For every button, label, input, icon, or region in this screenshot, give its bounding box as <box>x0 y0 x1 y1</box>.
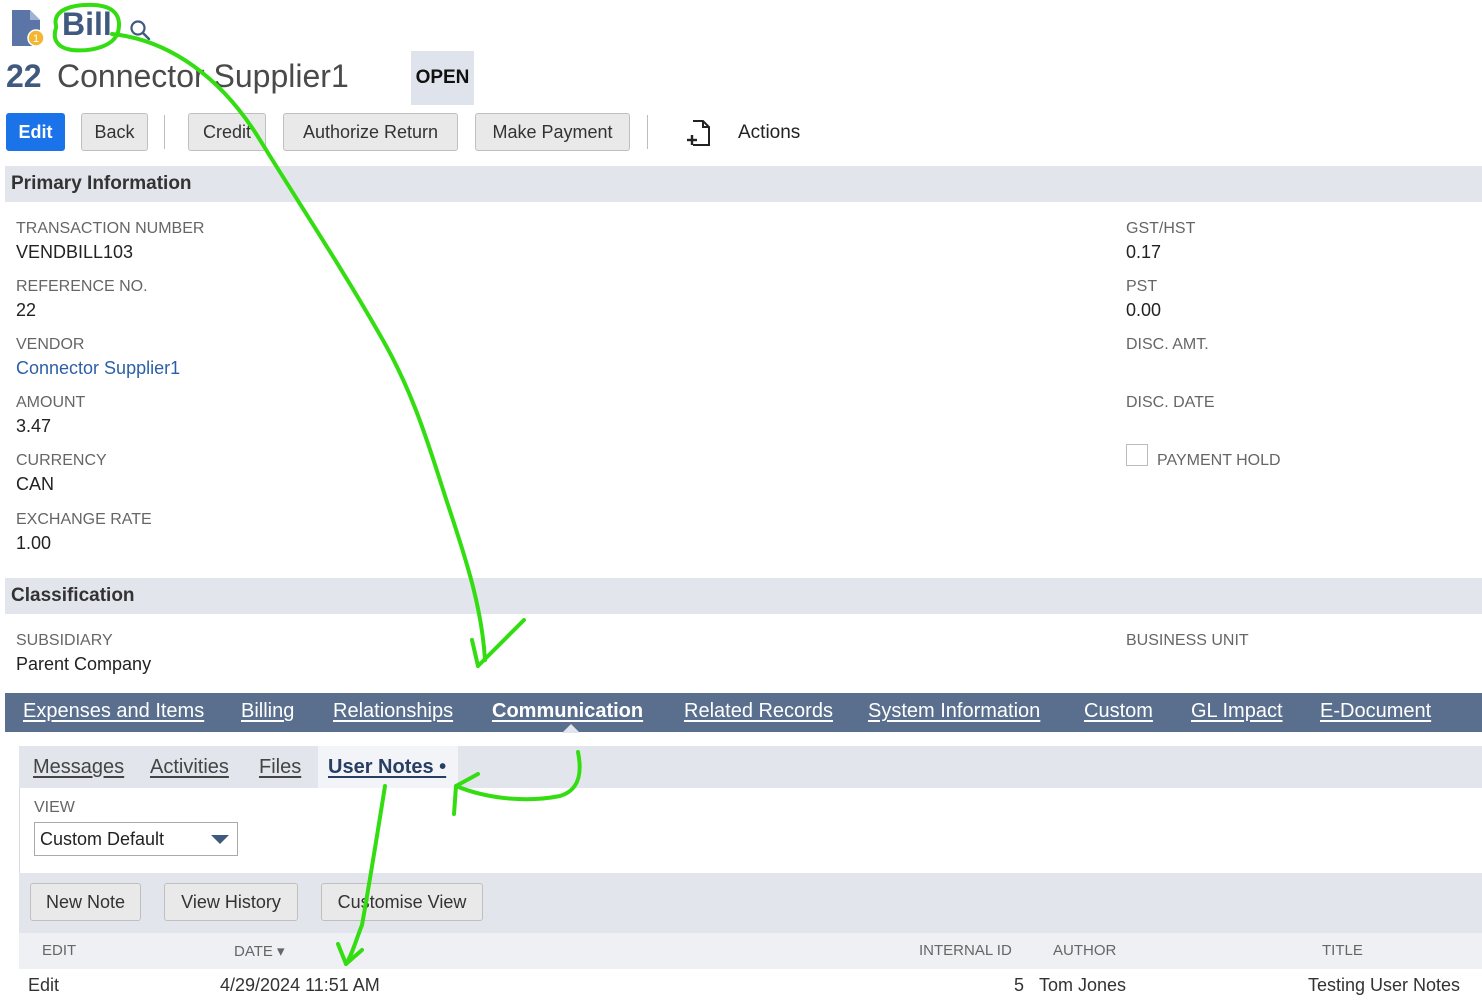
record-name: Connector Supplier1 <box>57 58 349 94</box>
tab-gl-impact[interactable]: GL Impact <box>1191 700 1283 723</box>
subtab-activities[interactable]: Activities <box>150 756 229 779</box>
column-author[interactable]: AUTHOR <box>1053 942 1116 959</box>
tab-system-information[interactable]: System Information <box>868 700 1040 723</box>
subsidiary-label: SUBSIDIARY <box>16 632 113 649</box>
view-history-button[interactable]: View History <box>164 883 298 921</box>
disc-amt-label: DISC. AMT. <box>1126 336 1209 353</box>
tab-communication[interactable]: Communication <box>492 700 643 723</box>
primary-information-header[interactable]: Primary Information <box>5 166 1482 202</box>
payment-hold-checkbox[interactable] <box>1126 444 1148 466</box>
reference-no-label: REFERENCE NO. <box>16 278 148 295</box>
bill-record-icon: 1 <box>12 10 44 47</box>
row-edit-link[interactable]: Edit <box>28 975 59 996</box>
classification-header[interactable]: Classification <box>5 578 1482 614</box>
tab-custom[interactable]: Custom <box>1084 700 1153 723</box>
svg-text:1: 1 <box>33 33 39 45</box>
column-date[interactable]: DATE ▾ <box>234 942 285 960</box>
new-note-button[interactable]: New Note <box>30 883 141 921</box>
make-payment-button[interactable]: Make Payment <box>475 113 630 151</box>
reference-no-value: 22 <box>16 300 37 320</box>
business-unit-label: BUSINESS UNIT <box>1126 632 1249 649</box>
exchange-rate-value: 1.00 <box>16 533 52 553</box>
chevron-down-icon[interactable] <box>211 835 229 844</box>
subtab-messages[interactable]: Messages <box>33 756 124 779</box>
tab-e-document[interactable]: E-Document <box>1320 700 1431 723</box>
pst-label: PST <box>1126 278 1158 295</box>
amount-value: 3.47 <box>16 416 52 436</box>
toolbar-divider <box>164 115 165 149</box>
record-type-title: Bill <box>62 6 112 42</box>
vendor-label: VENDOR <box>16 336 85 353</box>
amount-label: AMOUNT <box>16 394 86 411</box>
tab-expenses-and-items[interactable]: Expenses and Items <box>23 700 204 723</box>
status-badge: OPEN <box>411 51 474 105</box>
exchange-rate-label: EXCHANGE RATE <box>16 511 152 528</box>
column-title[interactable]: TITLE <box>1322 942 1363 959</box>
currency-label: CURRENCY <box>16 452 107 469</box>
view-select-value[interactable]: Custom Default <box>40 829 164 850</box>
vendor-link[interactable]: Connector Supplier1 <box>16 358 180 379</box>
gst-hst-value: 0.17 <box>1126 242 1162 262</box>
record-number: 22 <box>6 58 42 94</box>
annotation-arrowhead-1 <box>470 618 526 668</box>
row-author: Tom Jones <box>1039 975 1127 995</box>
row-internal-id: 5 <box>1014 975 1025 995</box>
search-icon[interactable] <box>128 18 152 42</box>
toolbar-divider <box>647 115 648 149</box>
actions-menu[interactable]: Actions <box>738 122 800 144</box>
subtab-files[interactable]: Files <box>259 756 301 779</box>
authorize-return-button[interactable]: Authorize Return <box>283 113 458 151</box>
customise-view-button[interactable]: Customise View <box>321 883 483 921</box>
tab-billing[interactable]: Billing <box>241 700 294 723</box>
pst-value: 0.00 <box>1126 300 1162 320</box>
disc-date-label: DISC. DATE <box>1126 394 1215 411</box>
view-label: VIEW <box>34 799 75 816</box>
transaction-number-value: VENDBILL103 <box>16 242 134 262</box>
payment-hold-label: PAYMENT HOLD <box>1157 452 1281 469</box>
row-title: Testing User Notes <box>1308 975 1461 995</box>
column-internal-id[interactable]: INTERNAL ID <box>919 942 1012 959</box>
edit-button[interactable]: Edit <box>6 113 65 151</box>
new-document-icon[interactable] <box>684 118 712 148</box>
subtab-user-notes[interactable]: User Notes • <box>328 756 446 779</box>
currency-value: CAN <box>16 474 55 494</box>
row-date: 4/29/2024 11:51 AM <box>220 975 380 995</box>
back-button[interactable]: Back <box>81 113 148 151</box>
tab-related-records[interactable]: Related Records <box>684 700 833 723</box>
subsidiary-value: Parent Company <box>16 654 152 674</box>
subtab-bar <box>19 746 1482 788</box>
credit-button[interactable]: Credit <box>188 113 266 151</box>
column-edit: EDIT <box>42 942 77 959</box>
tab-relationships[interactable]: Relationships <box>333 700 453 723</box>
transaction-number-label: TRANSACTION NUMBER <box>16 220 205 237</box>
active-tab-caret <box>562 724 580 733</box>
gst-hst-label: GST/HST <box>1126 220 1196 237</box>
